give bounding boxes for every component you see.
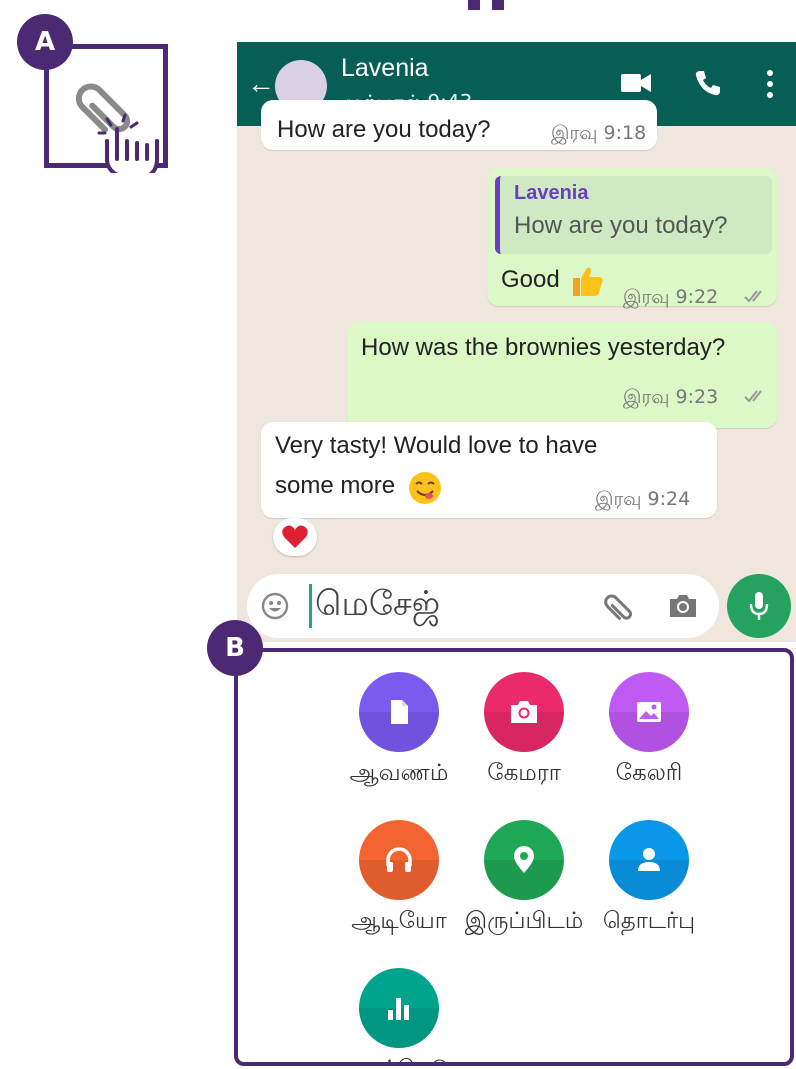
message-incoming[interactable]: How are you today? இரவு 9:18 xyxy=(261,100,657,150)
heart-icon xyxy=(282,525,308,548)
attach-poll-button[interactable]: வாக்கெடு xyxy=(334,968,464,1062)
message-outgoing[interactable]: How was the brownies yesterday? இரவு 9:2… xyxy=(347,322,777,428)
headphones-icon xyxy=(386,847,412,872)
attach-document-button[interactable]: ஆவணம் xyxy=(334,672,464,789)
message-text: How are you today? xyxy=(277,116,491,143)
contact-icon xyxy=(638,848,660,871)
message-time: இரவு 9:24 xyxy=(595,488,691,510)
double-check-icon xyxy=(744,390,762,403)
quoted-sender: Lavenia xyxy=(514,182,589,204)
microphone-icon xyxy=(749,592,769,620)
paperclip-icon[interactable] xyxy=(601,590,635,624)
double-check-icon xyxy=(744,290,762,303)
contact-name[interactable]: Lavenia xyxy=(341,54,429,83)
camera-icon[interactable] xyxy=(667,592,699,620)
attachment-panel: ஆவணம் கேமரா கேலரி ஆடியோ இருப்பிடம் தொடர்… xyxy=(234,648,794,1066)
message-time: இரவு 9:22 xyxy=(623,286,719,308)
callout-b-badge: B xyxy=(207,620,263,676)
message-input[interactable]: மெசேஜ் xyxy=(315,584,440,628)
message-text: Very tasty! Would love to have xyxy=(275,432,598,459)
attach-label: இருப்பிடம் xyxy=(464,908,584,934)
message-outgoing[interactable]: Lavenia How are you today? Good இரவு 9:2… xyxy=(487,168,777,308)
quoted-message[interactable]: Lavenia How are you today? xyxy=(495,176,772,254)
location-pin-icon xyxy=(514,846,534,873)
message-time: இரவு 9:23 xyxy=(623,386,719,408)
attach-label: தொடர்பு xyxy=(602,908,696,934)
poll-icon xyxy=(388,998,409,1020)
quoted-text: How are you today? xyxy=(514,212,728,239)
video-call-icon[interactable] xyxy=(619,68,653,98)
callout-a-badge: A xyxy=(17,14,73,70)
thumbs-up-emoji-icon xyxy=(573,267,603,296)
message-incoming[interactable]: Very tasty! Would love to have some more… xyxy=(261,422,717,518)
attach-label: ஆடியோ xyxy=(351,908,447,934)
emoji-icon[interactable] xyxy=(261,592,289,620)
document-icon xyxy=(391,700,408,724)
reaction-heart[interactable] xyxy=(273,518,317,556)
gallery-icon xyxy=(637,702,661,722)
text-cursor xyxy=(309,584,312,628)
attach-label: கேலரி xyxy=(615,760,683,786)
attach-label: வாக்கெடு xyxy=(334,1056,464,1062)
camera-icon xyxy=(511,701,537,723)
attach-gallery-button[interactable]: கேலரி xyxy=(584,672,714,789)
more-options-icon[interactable] xyxy=(763,68,777,100)
back-arrow-icon[interactable]: ← xyxy=(247,68,275,100)
yum-emoji-icon xyxy=(409,472,441,504)
attach-contact-button[interactable]: தொடர்பு xyxy=(584,820,714,937)
paperclip-icon xyxy=(75,83,131,133)
attach-label: ஆவணம் xyxy=(349,760,449,786)
attach-label: கேமரா xyxy=(487,760,561,786)
decor-bar xyxy=(468,0,480,10)
attach-camera-button[interactable]: கேமரா xyxy=(459,672,589,789)
message-text: some more xyxy=(275,472,396,499)
voice-record-button[interactable] xyxy=(727,574,791,638)
message-time: இரவு 9:18 xyxy=(551,122,647,144)
message-composer[interactable]: மெசேஜ் xyxy=(247,574,719,638)
message-text: Good xyxy=(501,266,560,293)
chat-screen: ← Lavenia முற்பகல் 9:43 How are you toda… xyxy=(237,42,796,642)
attach-audio-button[interactable]: ஆடியோ xyxy=(334,820,464,937)
message-text: How was the brownies yesterday? xyxy=(361,334,726,361)
decor-bar xyxy=(492,0,504,10)
attach-location-button[interactable]: இருப்பிடம் xyxy=(459,820,589,937)
voice-call-icon[interactable] xyxy=(693,68,723,98)
